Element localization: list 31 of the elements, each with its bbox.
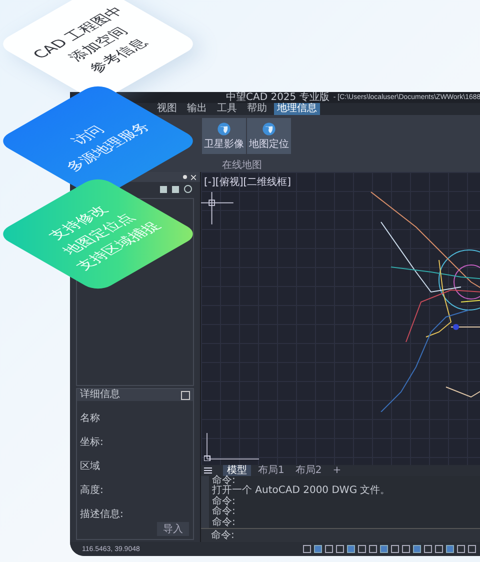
layout-tab[interactable]: 布局2 xyxy=(291,465,326,476)
command-input-field[interactable]: 命令: xyxy=(201,528,480,542)
command-line: 打开一个 AutoCAD 2000 DWG 文件。 xyxy=(212,486,392,496)
command-line: 命令: xyxy=(212,518,236,528)
ribbon-button[interactable]: 地图定位 xyxy=(247,118,291,154)
field-label: 坐标: xyxy=(79,436,104,449)
close-icon[interactable] xyxy=(191,174,196,180)
command-line: 命令: xyxy=(212,476,236,486)
menu-tab[interactable]: 地理信息 xyxy=(274,103,320,115)
viewport-label: [-][俯视][二维线框] xyxy=(204,176,292,189)
command-line: 命令: xyxy=(212,496,236,507)
layout-tab[interactable]: 模型 xyxy=(223,465,251,476)
menu-tab[interactable]: 帮助 xyxy=(244,103,270,115)
menu-tab[interactable]: 输出 xyxy=(184,103,210,115)
field-label: 高度: xyxy=(79,484,104,497)
field-label: 名称 xyxy=(79,412,101,425)
layout-tab[interactable]: 布局1 xyxy=(254,465,288,476)
command-line: 命令: xyxy=(212,507,236,518)
layout-tab[interactable]: + xyxy=(328,465,346,476)
globe-icon xyxy=(217,122,231,136)
ribbon-button[interactable]: 卫星影像 xyxy=(202,118,246,154)
globe-icon xyxy=(262,122,276,136)
field-label: 描述信息: xyxy=(79,508,124,521)
menu-tab[interactable]: 工具 xyxy=(214,103,240,115)
field-label: 区域 xyxy=(79,460,101,473)
panel-label: 在线地图 xyxy=(222,158,263,172)
drawing-canvas[interactable]: [-][俯视][二维线框] xyxy=(201,172,480,465)
menu-tab[interactable]: 视图 xyxy=(154,103,180,115)
panel-title: 详细信息 xyxy=(80,389,120,401)
pin-icon[interactable] xyxy=(183,175,187,179)
import-button[interactable]: 导入 xyxy=(157,522,189,536)
